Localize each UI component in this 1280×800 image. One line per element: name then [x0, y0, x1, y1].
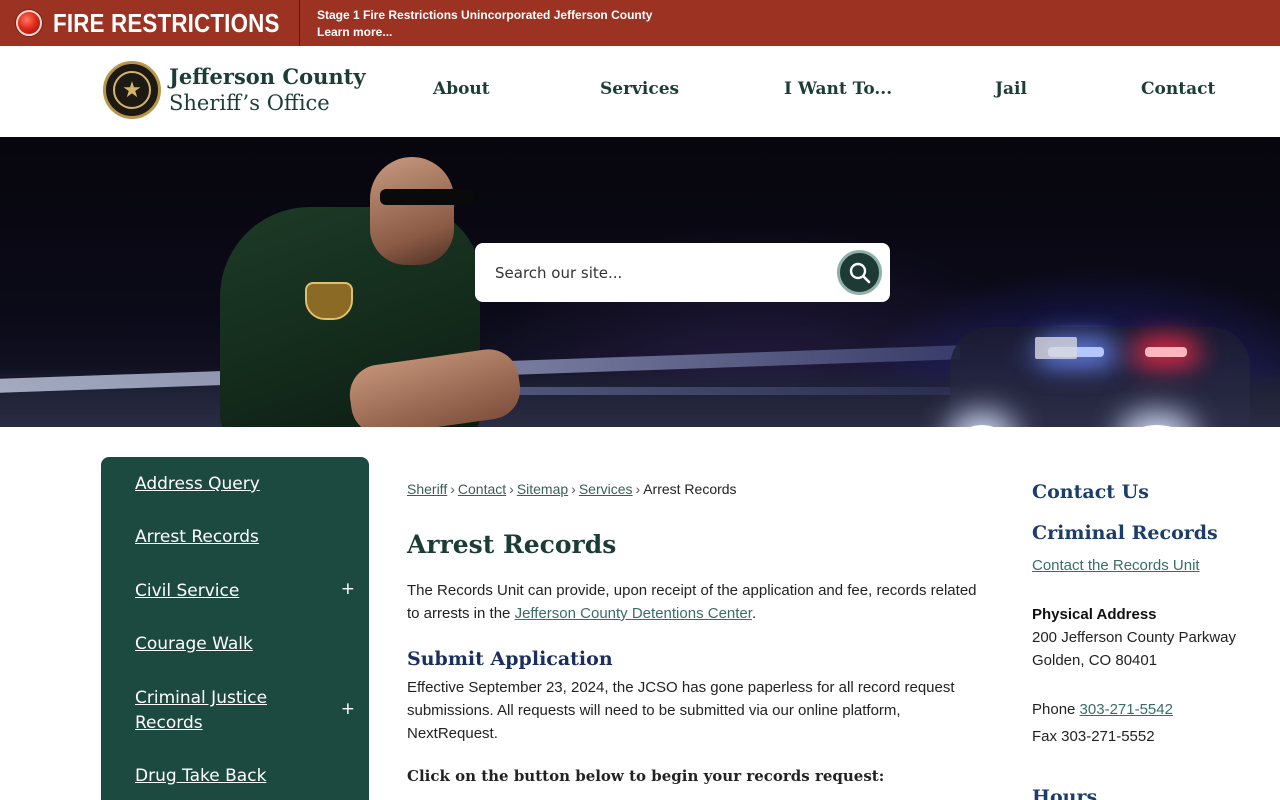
alert-title-block[interactable]: FIRE RESTRICTIONS	[0, 0, 300, 46]
logo-line2: Sheriff’s Office	[169, 91, 330, 115]
submit-application-heading: Submit Application	[407, 648, 613, 670]
address-line2: Golden, CO 80401	[1032, 652, 1158, 669]
sidebar-item-drug-take-back[interactable]: Drug Take Back	[135, 764, 266, 789]
breadcrumb-separator: ›	[450, 481, 455, 497]
expand-criminal-justice-icon[interactable]: +	[341, 699, 355, 719]
sheriff-badge: ★	[103, 61, 161, 119]
sheriff-star-icon: ★	[113, 71, 151, 109]
hero-officer-photo	[210, 147, 525, 427]
address-line1: 200 Jefferson County Parkway	[1032, 629, 1237, 646]
contact-us-heading: Contact Us	[1032, 481, 1149, 503]
nav-about[interactable]: About	[433, 79, 490, 99]
contact-records-unit-link[interactable]: Contact the Records Unit	[1032, 557, 1200, 574]
alert-dot-icon	[16, 10, 42, 36]
breadcrumb-current: Arrest Records	[643, 481, 737, 497]
criminal-records-heading: Criminal Records	[1032, 522, 1218, 544]
search-icon	[849, 262, 870, 283]
breadcrumb-separator: ›	[635, 481, 641, 497]
sidebar-item-civil-service[interactable]: Civil Service	[135, 579, 239, 604]
site-header: ★ Jefferson County Sheriff’s Office Abou…	[0, 46, 1280, 137]
hours-heading: Hours	[1032, 786, 1098, 800]
sidebar-item-arrest-records[interactable]: Arrest Records	[135, 525, 259, 550]
officer-patch	[305, 282, 353, 320]
expand-civil-service-icon[interactable]: +	[341, 579, 355, 599]
sidebar-item-courage-walk[interactable]: Courage Walk	[135, 632, 253, 657]
alert-learn-more-link[interactable]: Learn more...	[317, 24, 652, 41]
sidebar-item-address-query[interactable]: Address Query	[135, 472, 260, 497]
breadcrumb-separator: ›	[509, 481, 514, 497]
alert-title: FIRE RESTRICTIONS	[53, 7, 280, 38]
breadcrumb-sitemap[interactable]: Sitemap	[517, 481, 568, 497]
phone-line: Phone 303-271-5542	[1032, 698, 1173, 721]
breadcrumb-sheriff[interactable]: Sheriff	[407, 481, 447, 497]
site-logo[interactable]: ★ Jefferson County Sheriff’s Office	[103, 61, 366, 119]
fax-line: Fax 303-271-5552	[1032, 728, 1155, 745]
alert-bar: FIRE RESTRICTIONS Stage 1 Fire Restricti…	[0, 0, 1280, 46]
breadcrumb: Sheriff › Contact › Sitemap › Services › Arrest …	[407, 481, 737, 497]
page-title: Arrest Records	[407, 530, 617, 559]
breadcrumb-separator: ›	[571, 481, 576, 497]
intro-end: .	[751, 605, 757, 622]
physical-address-label: Physical Address	[1032, 606, 1157, 623]
logo-line1: Jefferson County	[169, 64, 366, 89]
hero-license-plate	[1035, 337, 1077, 359]
sidebar-item-criminal-justice-records[interactable]: Criminal Justice Records	[135, 686, 295, 736]
phone-label: Phone	[1032, 701, 1080, 718]
nav-services[interactable]: Services	[600, 79, 679, 99]
breadcrumb-contact[interactable]: Contact	[458, 481, 506, 497]
hero-light-red	[1145, 347, 1187, 357]
officer-head	[370, 157, 454, 265]
submit-application-text: Effective September 23, 2024, the JCSO h…	[407, 679, 955, 742]
logo-text: Jefferson County Sheriff’s Office	[169, 64, 366, 116]
breadcrumb-services[interactable]: Services	[579, 481, 633, 497]
detentions-center-link[interactable]: Jefferson County Detentions Center	[515, 605, 752, 622]
site-search	[475, 243, 890, 302]
search-button[interactable]	[837, 250, 882, 295]
alert-message-block[interactable]: Stage 1 Fire Restrictions Unincorporated…	[300, 0, 652, 46]
intro-paragraph: The Records Unit can provide, upon recei…	[407, 579, 992, 625]
records-request-cta-text: Click on the button below to begin your …	[407, 767, 885, 785]
officer-glasses	[380, 189, 474, 205]
nav-i-want-to[interactable]: I Want To...	[784, 79, 892, 99]
alert-message: Stage 1 Fire Restrictions Unincorporated…	[317, 8, 653, 22]
nav-contact[interactable]: Contact	[1141, 79, 1215, 99]
sidebar-nav: Address Query Arrest Records Civil Servi…	[101, 457, 369, 800]
phone-link[interactable]: 303-271-5542	[1080, 701, 1173, 718]
hero-patrol-car	[950, 327, 1250, 427]
search-input[interactable]	[495, 263, 825, 282]
nav-jail[interactable]: Jail	[995, 79, 1027, 99]
